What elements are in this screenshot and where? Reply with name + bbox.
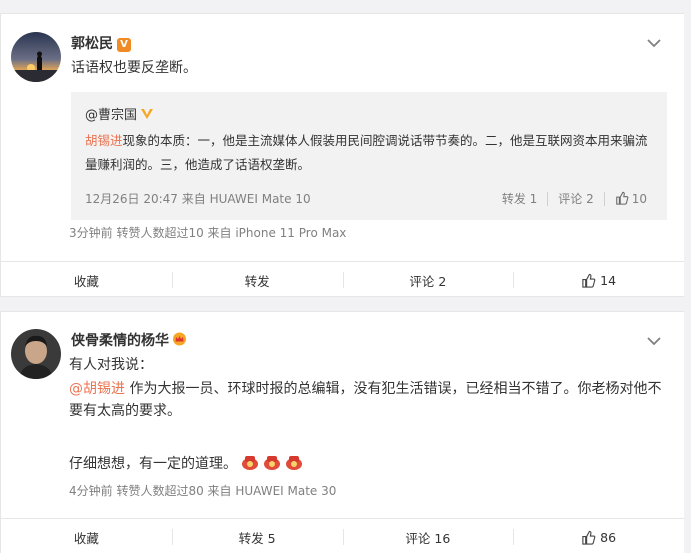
post-text-line: 有人对我说： <box>69 357 153 373</box>
repost-meta: 12月26日 20:47 来自 HUAWEI Mate 10 <box>85 192 311 206</box>
emoji-icon <box>242 456 258 470</box>
member-crown-icon <box>173 332 186 346</box>
mention-link[interactable]: @胡锡进 <box>69 381 125 397</box>
favorite-button[interactable]: 收藏 <box>1 519 172 553</box>
chevron-down-icon[interactable] <box>646 38 662 48</box>
repost-comment-button[interactable]: 评论 2 <box>558 190 593 207</box>
verified-badge-icon: V <box>117 38 131 52</box>
post-text: 话语权也要反垄断。 <box>71 60 197 76</box>
post-meta: 4分钟前 转赞人数超过80 来自 HUAWEI Mate 30 <box>69 484 337 498</box>
post-text-line: @胡锡进 作为大报一员、环球时报的总编辑，没有犯生活错误，已经相当不错了。你老杨… <box>69 381 662 419</box>
thumbs-up-icon <box>582 273 596 288</box>
verified-v-icon <box>141 109 154 119</box>
action-bar: 收藏 转发 评论 2 14 <box>1 262 684 298</box>
chevron-down-icon[interactable] <box>646 336 662 346</box>
repost-like-button[interactable]: 10 <box>615 191 647 206</box>
repost-text: 胡锡进现象的本质：一，他是主流媒体人假装用民间腔调说话带节奏的。二，他是互联网资… <box>85 133 648 172</box>
username[interactable]: 侠骨柔情的杨华 <box>71 330 187 350</box>
repost-actions: 转发 1 评论 2 10 <box>502 190 647 207</box>
repost-button[interactable]: 转发 5 <box>171 519 343 553</box>
thumbs-up-icon <box>582 530 596 545</box>
like-button[interactable]: 14 <box>513 262 684 298</box>
repost-author[interactable]: @曹宗国 <box>85 104 154 123</box>
mention-link[interactable]: 胡锡进 <box>85 133 123 148</box>
repost-button[interactable]: 转发 <box>171 262 343 298</box>
favorite-button[interactable]: 收藏 <box>1 262 172 298</box>
like-button[interactable]: 86 <box>513 519 684 553</box>
post-meta: 3分钟前 转赞人数超过10 来自 iPhone 11 Pro Max <box>69 226 347 240</box>
action-bar: 收藏 转发 5 评论 16 86 <box>1 519 684 553</box>
emoji-icon <box>264 456 280 470</box>
comment-button[interactable]: 评论 2 <box>342 262 514 298</box>
emoji-icon <box>286 456 302 470</box>
weibo-post-card: 侠骨柔情的杨华 有人对我说： @胡锡进 作为大报一员、环球时报的总编辑，没有犯生… <box>0 311 684 553</box>
comment-button[interactable]: 评论 16 <box>342 519 514 553</box>
avatar[interactable] <box>11 32 61 82</box>
post-text-line: 仔细想想，有一定的道理。 <box>69 453 303 475</box>
username[interactable]: 郭松民 V <box>71 33 131 53</box>
weibo-post-card: 郭松民 V 话语权也要反垄断。 @曹宗国 胡锡进现象的本质：一，他是主流媒体人假装… <box>0 13 684 297</box>
repost-repost-button[interactable]: 转发 1 <box>502 190 537 207</box>
repost-block[interactable]: @曹宗国 胡锡进现象的本质：一，他是主流媒体人假装用民间腔调说话带节奏的。二，他… <box>71 92 667 220</box>
thumbs-up-icon <box>615 191 629 205</box>
avatar[interactable] <box>11 329 61 379</box>
